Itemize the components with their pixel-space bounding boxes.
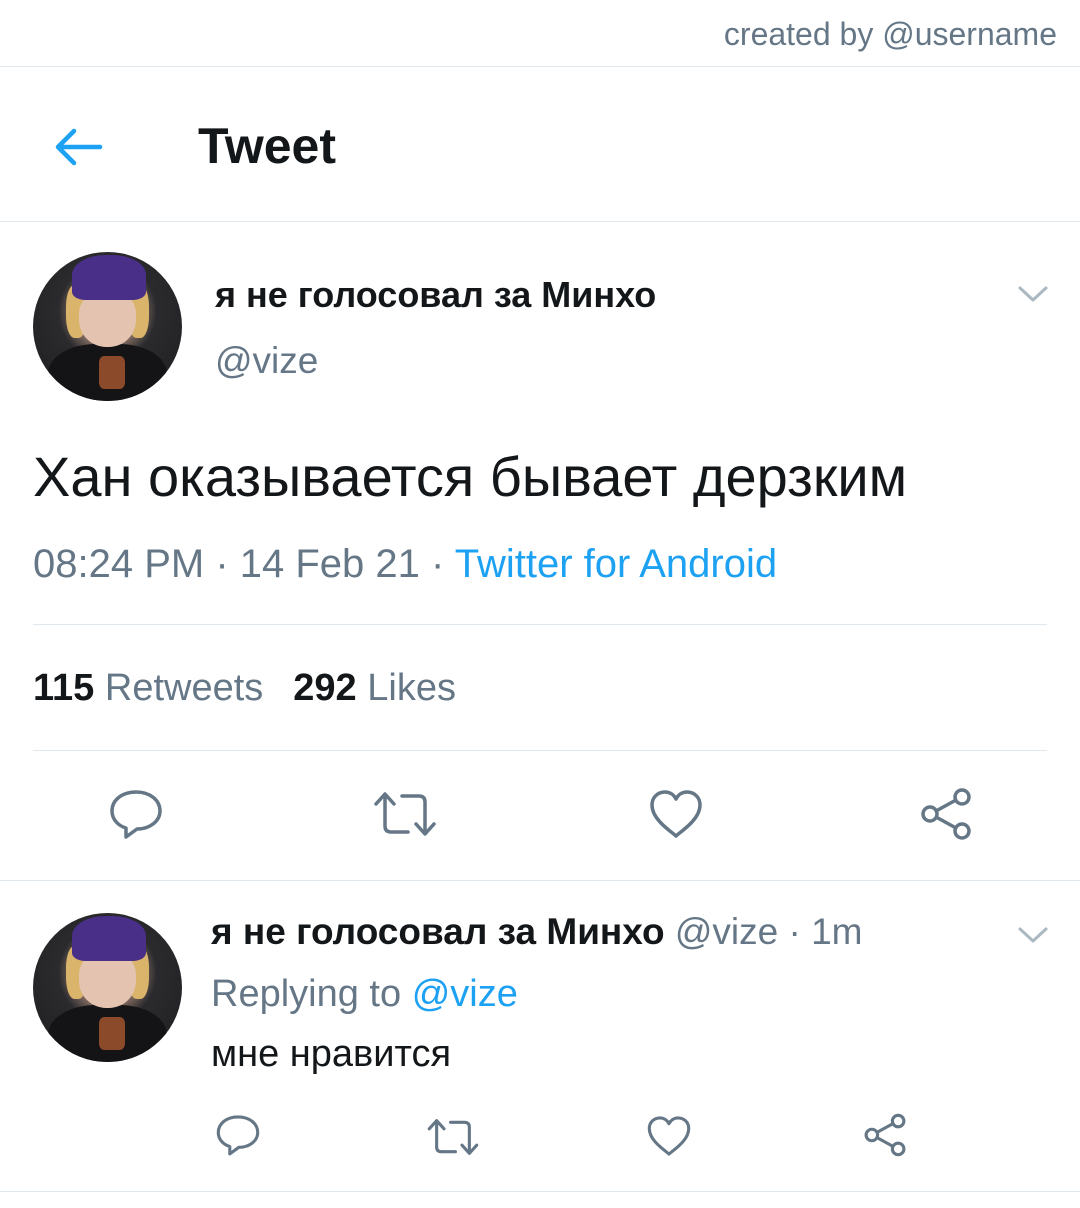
share-button[interactable] [862,1112,908,1158]
replying-to: Replying to @vize [211,973,518,1016]
reply-button[interactable] [108,788,164,840]
avatar[interactable] [33,252,182,401]
main-tweet: я не голосовал за Минхо @vize Хан оказыв… [0,222,1080,881]
tweet-text: Хан оказывается бывает дерзким [33,445,908,508]
chevron-down-icon [1018,286,1048,302]
likes-count: 292 [293,667,357,709]
share-icon [864,1113,906,1157]
meta-separator: · [204,542,240,586]
chevron-down-icon [1018,927,1048,943]
page-title: Tweet [198,118,336,174]
reply-icon [110,790,162,839]
tweet-date: 14 Feb 21 [239,542,420,586]
retweet-icon [374,792,436,836]
arrow-left-icon [55,128,103,166]
like-button[interactable] [646,1114,692,1158]
retweets-label: Retweets [104,667,264,709]
reply-button[interactable] [215,1113,261,1157]
tweet-meta: 08:24 PM · 14 Feb 21 · Twitter for Andro… [33,542,777,587]
top-app-bar: Tweet [0,67,1080,222]
divider [33,750,1047,751]
reply-icon [216,1115,260,1156]
replying-prefix: Replying to [211,973,402,1015]
retweet-button[interactable] [372,790,438,838]
share-button[interactable] [918,786,974,842]
like-icon [647,1116,691,1156]
retweets-count: 115 [33,667,95,709]
user-handle[interactable]: @vize [675,911,778,952]
display-name[interactable]: я не голосовал за Минхо [215,274,656,316]
tweet-stats: 115 Retweets 292 Likes [33,667,456,710]
share-icon [921,788,971,840]
tweet-time: 08:24 PM [33,542,205,586]
tweet-time-ago: 1m [811,911,863,952]
like-icon [650,790,702,838]
display-name[interactable]: я не голосовал за Минхо [211,911,665,952]
watermark-bar: created by @username [0,0,1080,67]
user-handle[interactable]: @vize [215,340,318,382]
mention-link[interactable]: @vize [412,973,518,1015]
likes-label: Likes [367,667,456,709]
meta-separator: · [778,911,812,952]
retweet-button[interactable] [426,1117,480,1157]
reply-tweet[interactable]: я не голосовал за Минхо @vize · 1m Reply… [0,881,1080,1192]
back-button[interactable] [50,125,106,169]
like-button[interactable] [648,788,704,840]
likes-stat[interactable]: 292 Likes [293,667,456,709]
reply-header: я не голосовал за Минхо @vize · 1m [211,911,862,953]
tweet-source-link[interactable]: Twitter for Android [455,542,777,586]
retweet-icon [427,1119,479,1155]
meta-separator: · [419,542,455,586]
tweet-text: мне нравится [211,1033,452,1075]
tweet-menu-button[interactable] [1017,284,1049,304]
divider [33,624,1047,625]
avatar[interactable] [33,913,182,1062]
retweets-stat[interactable]: 115 Retweets [33,667,263,709]
tweet-menu-button[interactable] [1017,925,1049,945]
watermark-text: created by @username [723,16,1057,52]
